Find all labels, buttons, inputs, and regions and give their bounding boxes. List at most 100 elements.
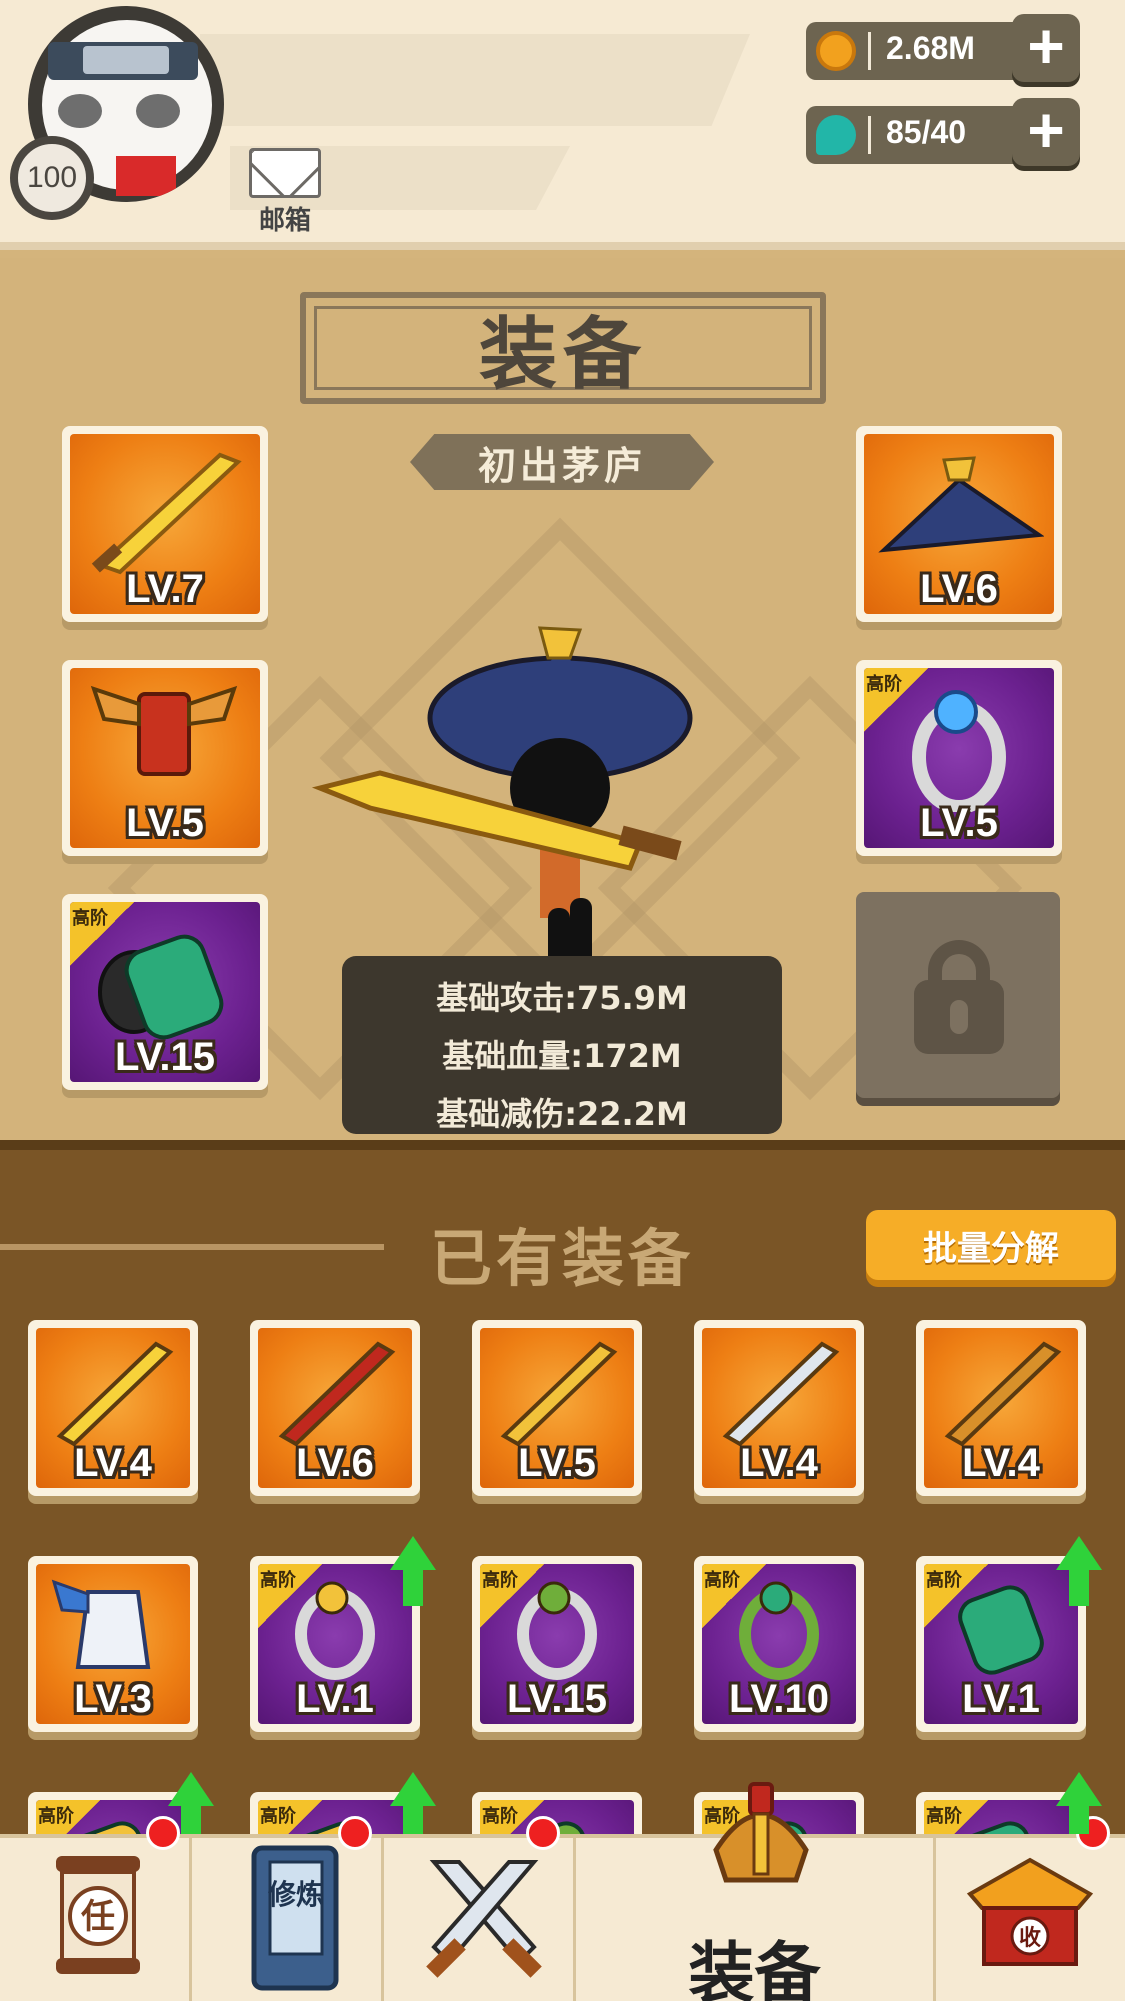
golden-sword-icon — [91, 452, 242, 575]
item-level: LV.15 — [114, 1035, 216, 1079]
gold-ring-icon — [295, 1581, 375, 1680]
inventory-title: 已有装备 — [430, 1222, 695, 1295]
add-gold-button[interactable]: + — [1012, 14, 1080, 82]
inventory-item[interactable]: LV.4 — [916, 1320, 1086, 1496]
slot-background: LV.4 — [702, 1328, 856, 1488]
item-level: LV.4 — [740, 1441, 818, 1485]
slot-background: 高阶 LV.10 — [702, 1564, 856, 1724]
equipment-panel: 装备 初出茅庐 LV.7 LV.5 高阶 LV.15 LV.6 高阶 LV.5 … — [0, 258, 1125, 1140]
crossed-swords-icon — [426, 1860, 542, 1978]
red-armor-icon — [90, 685, 238, 776]
shop-pavilion-icon: 收 — [966, 1857, 1094, 1966]
locked-slot[interactable] — [856, 892, 1060, 1098]
blue-sword-icon — [722, 1341, 840, 1446]
slot-background: LV.7 — [70, 434, 260, 614]
armor-slot[interactable]: LV.5 — [62, 660, 268, 856]
add-gem-button[interactable]: + — [1012, 98, 1080, 166]
scroll-task-icon: 任 — [56, 1856, 140, 1974]
lock-keyhole — [950, 1000, 968, 1034]
batch-dismantle-button[interactable]: 批量分解 — [866, 1210, 1116, 1280]
svg-text:修炼: 修炼 — [267, 1878, 324, 1911]
page-title: 装备 — [478, 310, 647, 400]
equipment-title-frame: 装备 — [300, 292, 826, 404]
green-bracer-icon — [958, 1585, 1044, 1675]
base-defense-stat: 基础减伤:22.2M — [436, 1095, 688, 1133]
inventory-item[interactable]: LV.3 — [28, 1556, 198, 1732]
gold-ring-icon — [517, 1581, 597, 1680]
notification-dot — [526, 1816, 560, 1850]
inventory-item[interactable]: 高阶 LV.10 — [694, 1556, 864, 1732]
tab-equipment[interactable]: 装备 — [576, 1782, 936, 2001]
tab-battle[interactable] — [384, 1816, 576, 2001]
weapon-slot[interactable]: LV.7 — [62, 426, 268, 622]
green-bracer-icon — [98, 934, 224, 1040]
base-hp-stat: 基础血量:172M — [442, 1037, 682, 1075]
inventory-panel: 已有装备 批量分解 LV.4 LV.6 LV.5 LV.4 LV.4 LV.3 高阶 LV.1… — [0, 1140, 1125, 1834]
item-level: LV.10 — [728, 1677, 830, 1721]
tab-equipment-label: 装备 — [688, 1935, 821, 2001]
bracer-slot[interactable]: 高阶 LV.15 — [62, 894, 268, 1090]
avatar-scarf — [116, 156, 176, 196]
slot-background: LV.4 — [36, 1328, 190, 1488]
item-level: LV.4 — [962, 1441, 1040, 1485]
item-level: LV.5 — [518, 1441, 596, 1485]
slot-background: LV.4 — [924, 1328, 1078, 1488]
bottom-navigation: 任 修炼 装备 收 — [0, 1782, 1125, 2001]
envelope-icon — [249, 148, 321, 198]
base-stats-panel: 基础攻击:75.9M 基础血量:172M 基础减伤:22.2M — [342, 956, 782, 1134]
avatar-eye — [58, 94, 102, 128]
gold-value: 2.68M — [886, 30, 975, 66]
slot-background: 高阶 LV.15 — [70, 902, 260, 1082]
rank-title: 初出茅庐 — [410, 434, 714, 490]
item-level: LV.5 — [126, 801, 204, 845]
item-level: LV.1 — [296, 1677, 374, 1721]
inventory-item[interactable]: 高阶 LV.15 — [472, 1556, 642, 1732]
straw-hat-icon — [878, 456, 1044, 553]
inventory-item[interactable]: LV.4 — [28, 1320, 198, 1496]
slot-background: LV.5 — [70, 668, 260, 848]
slot-background: 高阶 LV.5 — [864, 668, 1054, 848]
tab-tasks[interactable]: 任 — [0, 1816, 192, 2001]
item-level: LV.3 — [74, 1677, 152, 1721]
item-level: LV.6 — [296, 1441, 374, 1485]
item-icon — [958, 1821, 1044, 1834]
staff-icon — [278, 1341, 396, 1446]
slot-background: 高阶 LV.15 — [480, 1564, 634, 1724]
green-bracelet-icon — [739, 1581, 819, 1680]
top-bar: 100 邮箱 2.68M + 85/40 + — [0, 0, 1125, 250]
hero-character — [311, 626, 693, 998]
item-level: LV.5 — [920, 801, 998, 845]
slot-background: 高阶 LV.1 — [258, 1564, 412, 1724]
inventory-item[interactable]: LV.5 — [472, 1320, 642, 1496]
hat-slot[interactable]: LV.6 — [856, 426, 1062, 622]
slot-background: 高阶 — [258, 1800, 412, 1834]
upgrade-arrow-icon — [390, 1536, 436, 1606]
helmet-icon — [713, 1782, 809, 1883]
mace-icon — [56, 1341, 174, 1446]
item-level: LV.7 — [126, 567, 204, 611]
tab-training[interactable]: 修炼 — [192, 1816, 384, 2001]
ring-slot[interactable]: 高阶 LV.5 — [856, 660, 1062, 856]
upgrade-arrow-icon — [1056, 1772, 1102, 1834]
svg-text:任: 任 — [81, 1897, 115, 1937]
headband-plate — [83, 46, 169, 74]
item-icon — [292, 1821, 378, 1834]
inventory-item[interactable]: LV.6 — [250, 1320, 420, 1496]
item-level: LV.15 — [506, 1677, 608, 1721]
slot-background: 高阶 LV.1 — [924, 1564, 1078, 1724]
player-level-badge: 100 — [10, 136, 94, 220]
avatar-eye — [136, 94, 180, 128]
inventory-item[interactable]: LV.4 — [694, 1320, 864, 1496]
title-divider — [0, 1244, 384, 1250]
item-level: LV.6 — [920, 567, 998, 611]
divider — [868, 116, 871, 154]
tab-collect[interactable]: 收 — [936, 1816, 1125, 2001]
blue-robe-icon — [51, 1579, 151, 1669]
svg-text:收: 收 — [1019, 1925, 1041, 1951]
item-level: LV.4 — [74, 1441, 152, 1485]
slot-background: 高阶 — [924, 1800, 1078, 1834]
blue-gem-ring-icon — [912, 690, 1006, 812]
divider — [868, 32, 871, 70]
mailbox-button[interactable]: 邮箱 — [246, 148, 324, 236]
gem-value: 85/40 — [886, 114, 967, 150]
